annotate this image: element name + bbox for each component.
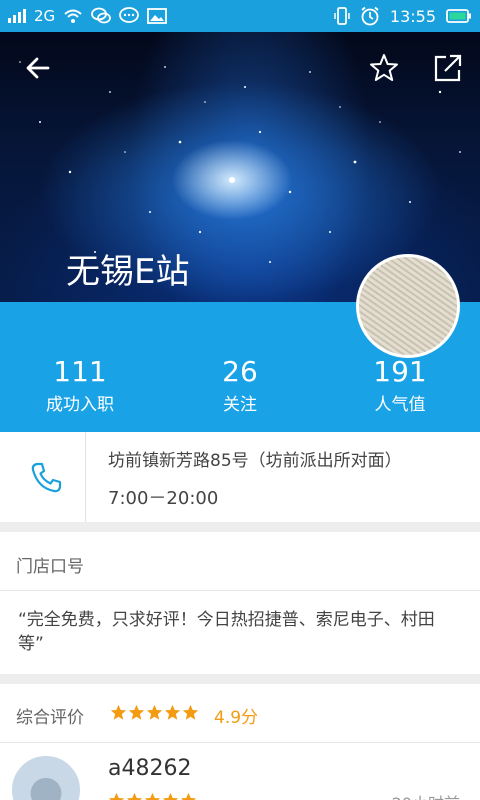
star-icon <box>144 792 161 800</box>
stat-value: 111 <box>53 355 107 388</box>
star-icon <box>162 792 179 800</box>
star-icon <box>128 704 145 720</box>
store-avatar[interactable] <box>356 254 460 358</box>
stat-follow[interactable]: 26 关注 <box>180 354 300 420</box>
stat-popularity[interactable]: 191 人气值 <box>340 354 460 420</box>
star-icon <box>108 792 125 800</box>
star-icon <box>164 704 181 720</box>
status-right: 13:55 <box>334 0 472 32</box>
divider <box>0 742 480 743</box>
phone-button[interactable] <box>0 432 86 522</box>
alarm-icon <box>361 6 379 26</box>
star-icon <box>146 704 163 720</box>
phone-icon <box>31 462 62 493</box>
star-icon <box>182 704 199 720</box>
section-gap <box>0 674 480 684</box>
status-bar: 2G 13:55 <box>0 0 480 32</box>
network-type: 2G <box>34 7 56 25</box>
back-arrow-icon[interactable] <box>22 52 54 84</box>
vibrate-icon <box>334 7 350 25</box>
share-icon[interactable] <box>432 52 464 84</box>
store-hours: 7:00－20:00 <box>108 488 219 509</box>
review-time: 20小时前 <box>392 790 460 800</box>
divider <box>0 590 480 591</box>
star-icon <box>110 704 127 720</box>
store-title: 无锡E站 <box>66 252 190 292</box>
stat-value: 26 <box>222 355 258 388</box>
rating-row[interactable]: 综合评价 4.9分 <box>0 686 480 742</box>
store-address: 坊前镇新芳路85号（坊前派出所对面） <box>108 451 402 471</box>
status-left: 2G <box>8 0 168 32</box>
stat-value: 191 <box>373 355 427 388</box>
rating-score: 4.9分 <box>214 708 259 728</box>
contact-row: 坊前镇新芳路85号（坊前派出所对面） 7:00－20:00 <box>0 432 480 522</box>
signal-icon <box>8 9 26 23</box>
star-outline-icon[interactable] <box>368 52 400 84</box>
rating-stars <box>110 704 199 721</box>
star-icon <box>180 792 197 800</box>
reviewer-name: a48262 <box>108 756 192 781</box>
clock: 13:55 <box>389 6 436 26</box>
wechat-icon <box>91 7 112 24</box>
image-icon <box>147 8 168 24</box>
wifi-icon <box>64 9 82 23</box>
stat-hired[interactable]: 111 成功入职 <box>20 354 140 420</box>
section-gap <box>0 522 480 532</box>
review-stars <box>108 792 197 800</box>
review-item[interactable]: a48262 20小时前 <box>0 744 480 800</box>
stat-label: 人气值 <box>374 395 426 415</box>
battery-icon <box>446 9 471 23</box>
reviewer-avatar <box>10 754 82 800</box>
stat-label: 关注 <box>223 395 257 415</box>
rating-label: 综合评价 <box>16 708 84 728</box>
slogan-title: 门店口号 <box>16 557 84 577</box>
slogan-text: “完全免费，只求好评！今日热招捷普、索尼电子、村田等” <box>18 610 435 654</box>
message-icon <box>119 7 140 23</box>
stat-label: 成功入职 <box>46 395 114 415</box>
star-icon <box>126 792 143 800</box>
